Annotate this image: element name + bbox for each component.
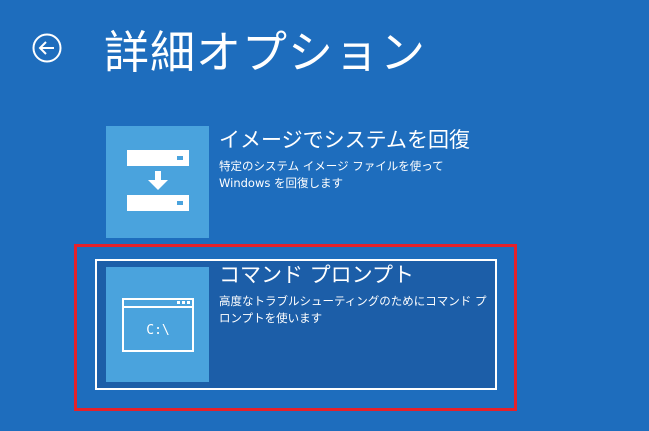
option-description: 特定のシステム イメージ ファイルを使って Windows を回復します (219, 159, 444, 190)
system-image-recovery-icon (126, 150, 189, 211)
option-system-image-recovery[interactable]: イメージでシステムを回復 特定のシステム イメージ ファイルを使って Windo… (106, 126, 526, 238)
header: 詳細オプション (30, 18, 427, 79)
option-title: イメージでシステムを回復 (219, 128, 470, 152)
option-description: 高度なトラブルシューティングのためにコマンド プロンプトを使います (219, 294, 487, 325)
option-tile (106, 126, 209, 238)
page-title: 詳細オプション (104, 25, 427, 79)
option-command-prompt[interactable]: C:\ コマンド プロンプト 高度なトラブルシューティングのためにコマンド プロ… (95, 259, 497, 390)
option-text: コマンド プロンプト 高度なトラブルシューティングのためにコマンド プロンプトを… (219, 261, 489, 388)
back-button[interactable] (30, 31, 64, 65)
back-arrow-icon (32, 33, 62, 63)
option-title: コマンド プロンプト (219, 263, 415, 287)
command-prompt-icon-label: C:\ (146, 323, 169, 338)
command-prompt-icon: C:\ (121, 297, 194, 352)
option-text: イメージでシステムを回復 特定のシステム イメージ ファイルを使って Windo… (219, 126, 489, 238)
option-tile: C:\ (106, 267, 209, 382)
